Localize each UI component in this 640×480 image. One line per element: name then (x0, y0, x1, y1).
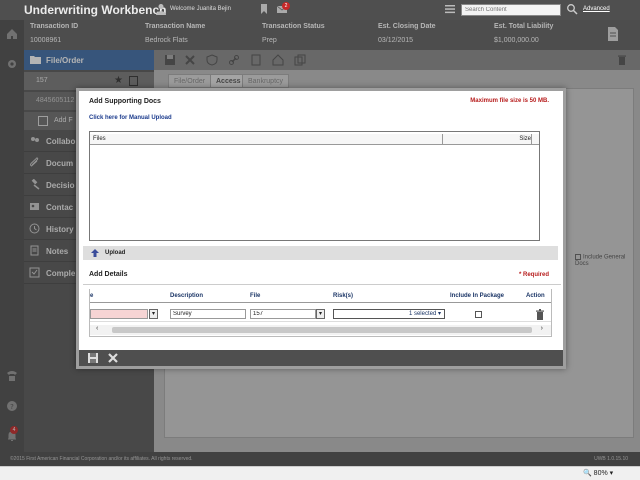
file-dropdown[interactable]: ▾ (316, 309, 325, 319)
section-divider (83, 284, 561, 285)
upload-arrow-icon (91, 249, 99, 257)
description-input[interactable] (170, 309, 246, 319)
required-note: * Required (518, 272, 549, 278)
menu-icon[interactable] (444, 3, 456, 15)
app-header: Underwriting Workbench Welcome Juanita B… (0, 0, 640, 20)
zoom-level[interactable]: 🔍 80% ▾ (583, 469, 613, 477)
risks-selected-text: 1 selected (408, 311, 437, 317)
details-grid: e Description File Risk(s) Include In Pa… (89, 289, 552, 337)
bookmark-icon[interactable] (258, 3, 270, 15)
doc-type-dropdown[interactable]: ▾ (149, 309, 158, 319)
zoom-value: 80% (593, 470, 608, 477)
search-icon[interactable] (566, 3, 578, 15)
column-divider (442, 134, 443, 145)
close-icon[interactable] (107, 352, 119, 364)
col-description: Description (170, 293, 204, 299)
size-column: Size (519, 136, 531, 142)
dialog-footer (79, 350, 563, 366)
dialog-title: Add Supporting Docs (89, 98, 161, 105)
risks-multiselect[interactable]: 1 selected ▾ (333, 309, 445, 319)
advanced-search-link[interactable]: Advanced (583, 6, 610, 12)
save-icon[interactable] (87, 352, 99, 364)
grid-header: e Description File Risk(s) Include In Pa… (90, 289, 551, 303)
col-file: File (250, 293, 261, 299)
max-file-size-note: Maximum file size is 50 MB. (470, 98, 549, 104)
browser-status-bar: 🔍 80% ▾ (0, 466, 640, 480)
col-name: e (90, 293, 94, 299)
scroll-left-arrow[interactable]: ‹ (96, 325, 98, 332)
column-divider (531, 134, 532, 145)
col-risks: Risk(s) (333, 293, 354, 299)
scroll-right-arrow[interactable]: › (541, 325, 543, 332)
scroll-thumb[interactable] (112, 327, 532, 333)
col-include-in-package: Include In Package (450, 293, 505, 299)
col-action: Action (526, 293, 545, 299)
include-in-package-checkbox[interactable] (475, 311, 482, 318)
mail-count-badge: 2 (282, 2, 290, 10)
welcome-text: Welcome Juanita Bejin (170, 6, 231, 12)
user-icon (156, 4, 166, 15)
table-row: ▾ ▾ 1 selected ▾ (90, 306, 551, 322)
search-input[interactable] (461, 4, 561, 16)
doc-type-input[interactable] (90, 309, 148, 319)
files-column: Files (93, 136, 106, 142)
upload-button[interactable]: Upload (83, 246, 558, 260)
files-dropzone[interactable]: Files Size (89, 131, 540, 241)
add-details-heading: Add Details (89, 271, 128, 278)
manual-upload-link[interactable]: Click here for Manual Upload (89, 115, 172, 121)
file-select[interactable] (250, 309, 316, 319)
app-title: Underwriting Workbench (24, 3, 167, 17)
delete-row-icon[interactable] (535, 309, 545, 320)
add-supporting-docs-dialog: Add Supporting Docs Maximum file size is… (76, 88, 566, 369)
horizontal-scrollbar[interactable]: ‹ › (90, 325, 551, 335)
upload-label: Upload (105, 250, 126, 256)
files-table-header: Files Size (90, 134, 539, 145)
